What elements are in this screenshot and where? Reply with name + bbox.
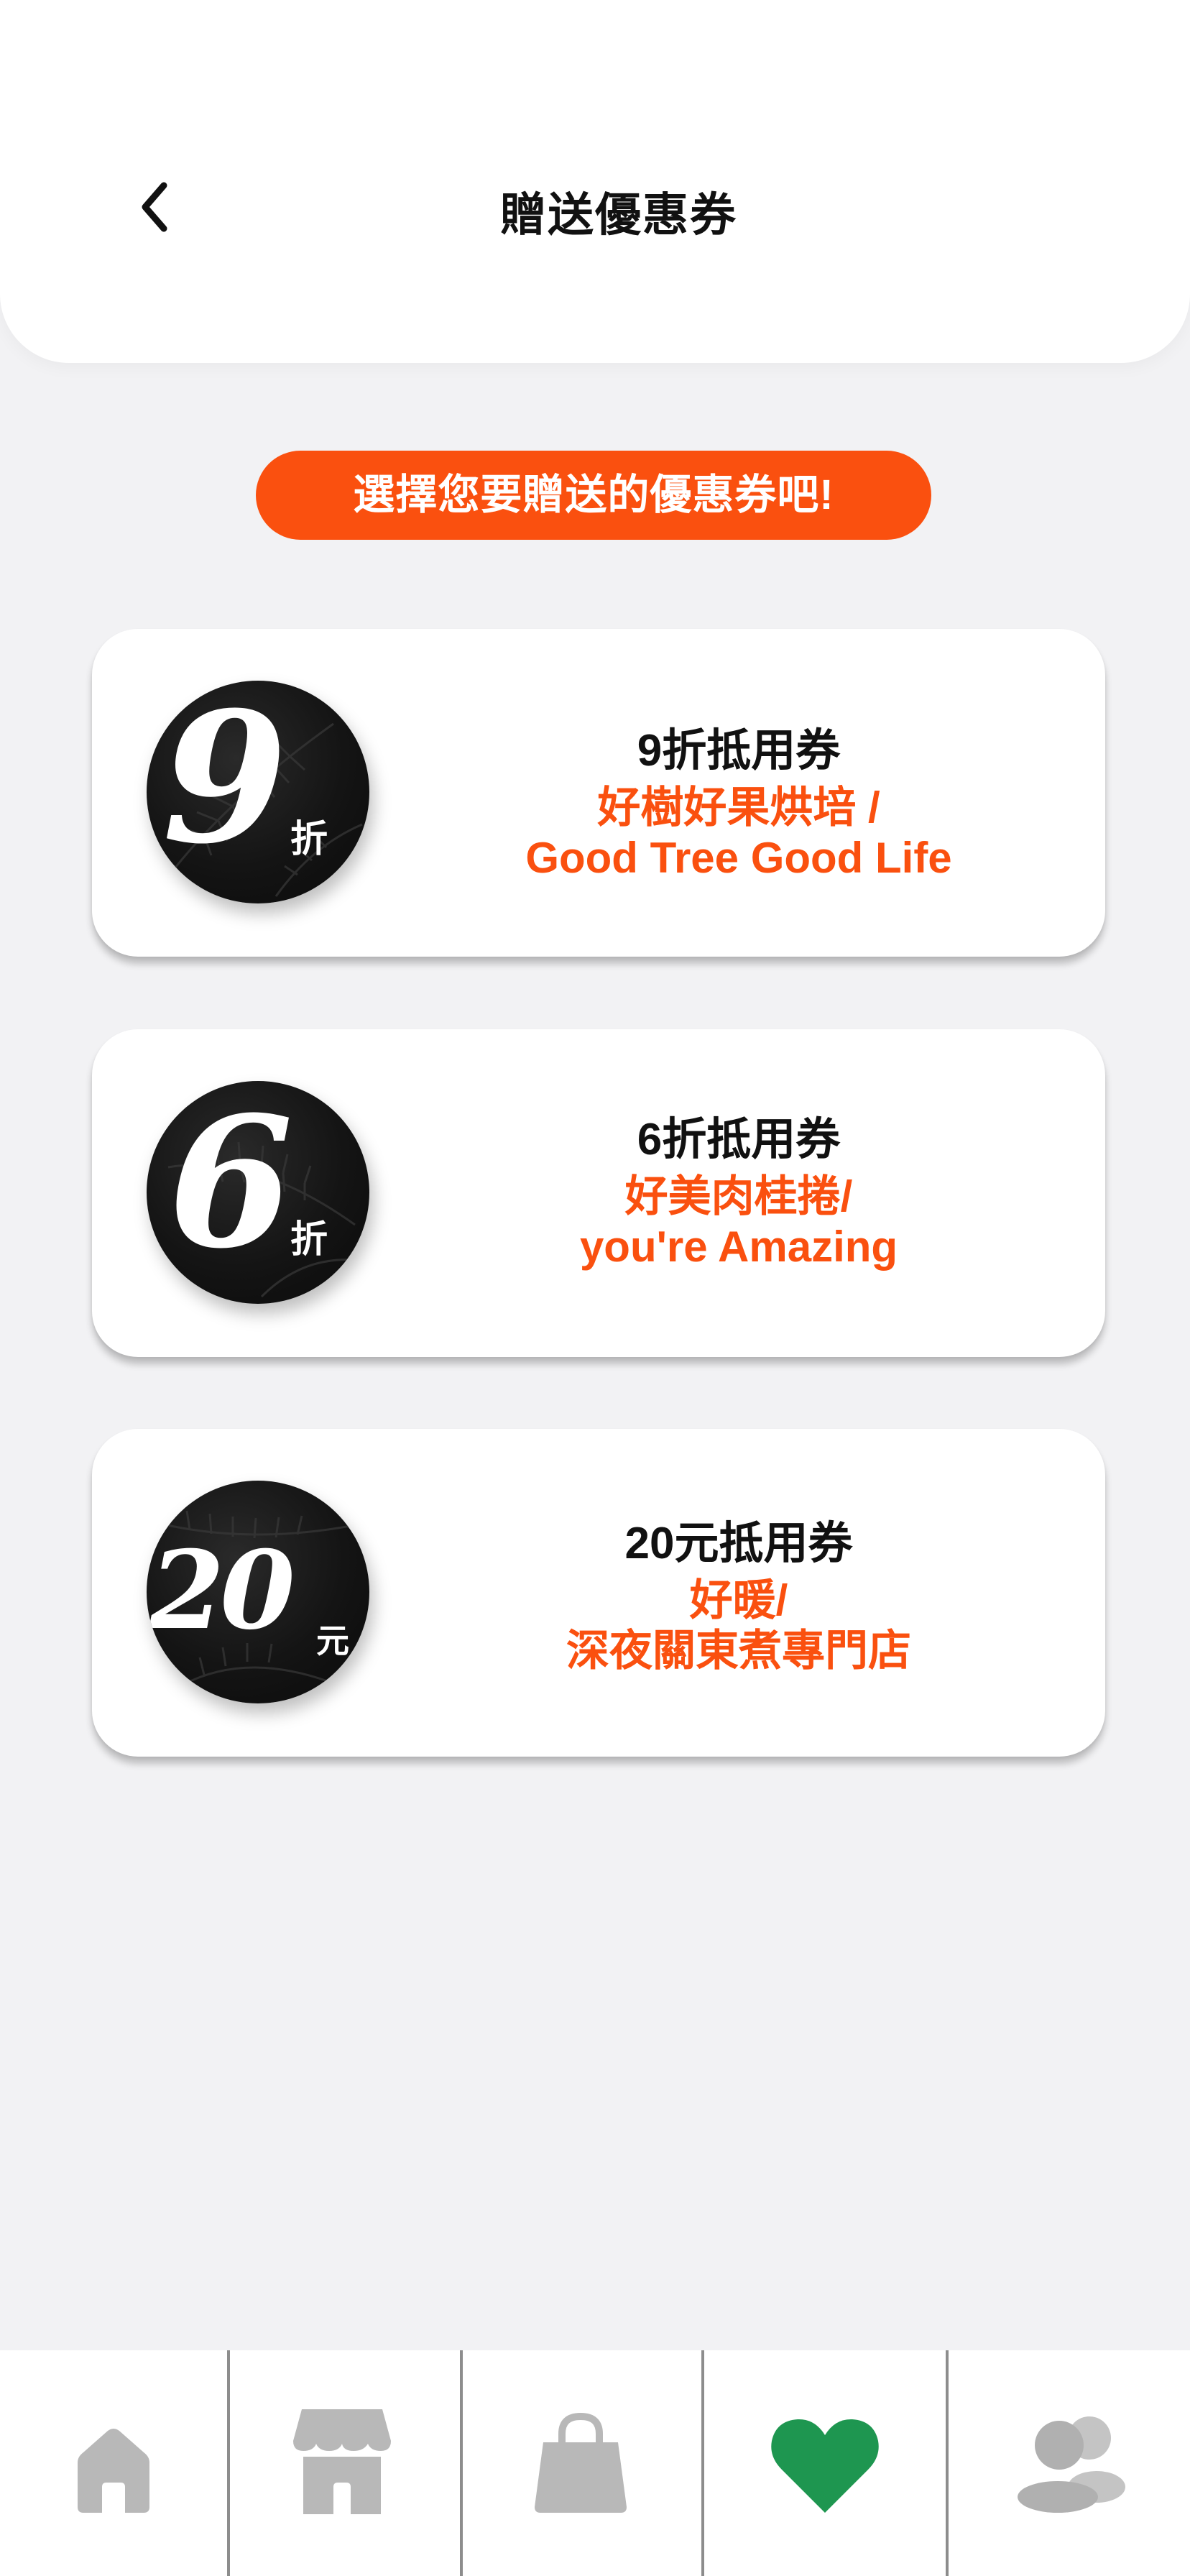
hint-banner: 選擇您要贈送的優惠券吧! xyxy=(256,451,931,540)
tab-home[interactable] xyxy=(0,2350,227,2576)
shopping-bag-icon xyxy=(535,2412,627,2513)
users-icon xyxy=(1018,2416,1125,2513)
tab-store[interactable] xyxy=(230,2350,460,2576)
coupon-text: 6折抵用券 好美肉桂捲/ you're Amazing xyxy=(401,1110,1076,1271)
coupon-title: 6折抵用券 xyxy=(637,1115,841,1164)
badge-unit: 折 xyxy=(290,817,328,861)
coupon-card-9-off[interactable]: 9 折 9折抵用券 好樹好果烘培 / Good Tree Good Life xyxy=(92,629,1105,957)
coupon-badge: 20 元 xyxy=(147,1481,369,1703)
store-icon xyxy=(293,2409,391,2514)
tab-profile[interactable] xyxy=(949,2350,1190,2576)
tab-shop[interactable] xyxy=(463,2350,701,2576)
coupon-title: 20元抵用券 xyxy=(624,1519,853,1568)
badge-number: 9 xyxy=(162,681,287,883)
coupon-card-6-off[interactable]: 6 折 6折抵用券 好美肉桂捲/ you're Amazing xyxy=(92,1029,1105,1357)
page-title: 贈送優惠券 xyxy=(500,189,737,241)
bottom-tab-bar xyxy=(0,2350,1190,2576)
coupon-store-line1: 好樹好果烘培 / xyxy=(597,783,880,832)
coupon-card-20-yuan[interactable]: 20 元 20元抵用券 好暖/ 深夜關東煮專門店 xyxy=(92,1429,1105,1757)
home-icon xyxy=(78,2429,149,2513)
coupon-store-line2: 深夜關東煮專門店 xyxy=(566,1627,911,1675)
coupon-store-line1: 好暖/ xyxy=(689,1576,788,1624)
coupon-text: 20元抵用券 好暖/ 深夜關東煮專門店 xyxy=(401,1514,1076,1675)
coupon-store-line2: Good Tree Good Life xyxy=(525,834,952,882)
coupon-store-line2: you're Amazing xyxy=(579,1223,898,1271)
badge-unit: 元 xyxy=(316,1622,349,1660)
heart-icon xyxy=(771,2419,879,2513)
coupon-badge: 9 折 xyxy=(147,681,369,903)
badge-number: 20 xyxy=(149,1527,295,1654)
badge-unit: 折 xyxy=(290,1218,328,1261)
coupon-text: 9折抵用券 好樹好果烘培 / Good Tree Good Life xyxy=(401,721,1076,882)
tab-favorites[interactable] xyxy=(704,2350,946,2576)
header-bar: 贈送優惠券 xyxy=(0,0,1190,363)
coupon-store-line1: 好美肉桂捲/ xyxy=(624,1172,853,1220)
coupon-badge: 6 折 xyxy=(147,1081,369,1304)
coupon-title: 9折抵用券 xyxy=(637,726,841,776)
badge-number: 6 xyxy=(168,1081,293,1288)
